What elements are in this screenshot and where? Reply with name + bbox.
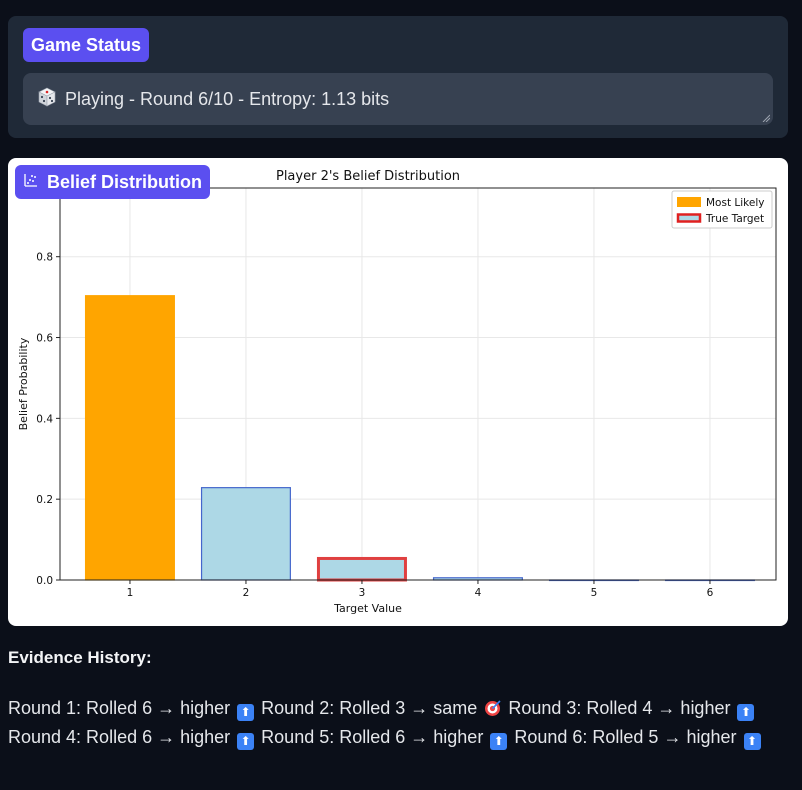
bar-1	[84, 295, 175, 581]
up-arrow-icon: ⬆	[237, 704, 255, 721]
game-status-label: Game Status	[31, 35, 142, 55]
belief-distribution-panel: Belief Distribution Player 2's Belief Di…	[8, 158, 788, 626]
evidence-round-text: Round 1: Rolled 6 → higher	[8, 698, 231, 718]
evidence-history-text: Round 1: Rolled 6 → higher ⬆ Round 2: Ro…	[8, 694, 778, 751]
chart-icon	[23, 165, 39, 199]
x-tick-label: 1	[127, 587, 134, 599]
evidence-round-text: Round 5: Rolled 6 → higher	[261, 726, 484, 747]
belief-distribution-label: Belief Distribution	[47, 172, 203, 192]
up-arrow-icon: ⬆	[490, 732, 508, 750]
evidence-round-text: Round 6: Rolled 5 → higher	[514, 726, 737, 747]
target-icon	[484, 697, 501, 716]
up-arrow-icon: ⬆	[743, 732, 761, 750]
dice-icon	[37, 87, 57, 112]
evidence-round-text: Round 3: Rolled 4 → higher	[508, 698, 731, 718]
legend-swatch	[676, 213, 702, 223]
belief-distribution-badge: Belief Distribution	[15, 165, 211, 199]
bar-2	[200, 487, 291, 581]
x-tick-label: 6	[707, 587, 714, 599]
x-tick-label: 4	[475, 587, 482, 599]
x-axis-label: Target Value	[333, 602, 402, 615]
y-tick-label: 0.2	[36, 494, 53, 506]
game-status-textbox[interactable]: Playing - Round 6/10 - Entropy: 1.13 bit…	[23, 73, 773, 125]
x-tick-label: 3	[359, 587, 366, 599]
resize-handle-icon[interactable]	[762, 114, 770, 122]
evidence-round-text: Round 2: Rolled 3 → same	[261, 698, 478, 718]
up-arrow-icon: ⬆	[237, 732, 255, 750]
game-status-text: Playing - Round 6/10 - Entropy: 1.13 bit…	[65, 88, 390, 109]
y-tick-label: 0.8	[36, 252, 53, 264]
game-status-panel: Game Status Playing - Round 6/10 - Entro…	[8, 16, 788, 138]
y-tick-label: 0.6	[36, 333, 53, 345]
evidence-round-text: Round 4: Rolled 6 → higher	[8, 726, 231, 747]
legend-swatch	[677, 197, 701, 207]
x-tick-label: 5	[591, 587, 598, 599]
x-tick-label: 2	[243, 587, 250, 599]
y-tick-label: 0.4	[36, 413, 53, 425]
game-status-badge: Game Status	[23, 28, 150, 62]
bar-3	[316, 556, 407, 582]
belief-chart: Player 2's Belief Distribution 0.0 0.2 0.4 0…	[17, 169, 777, 615]
y-tick-label: 0.0	[36, 575, 53, 587]
chart-title: Player 2's Belief Distribution	[276, 169, 460, 184]
legend-label: True Target	[705, 213, 764, 225]
y-axis-label: Belief Probability	[17, 337, 30, 430]
up-arrow-icon: ⬆	[737, 704, 755, 721]
evidence-history-title: Evidence History:	[8, 648, 152, 667]
legend-label: Most Likely	[706, 197, 764, 209]
